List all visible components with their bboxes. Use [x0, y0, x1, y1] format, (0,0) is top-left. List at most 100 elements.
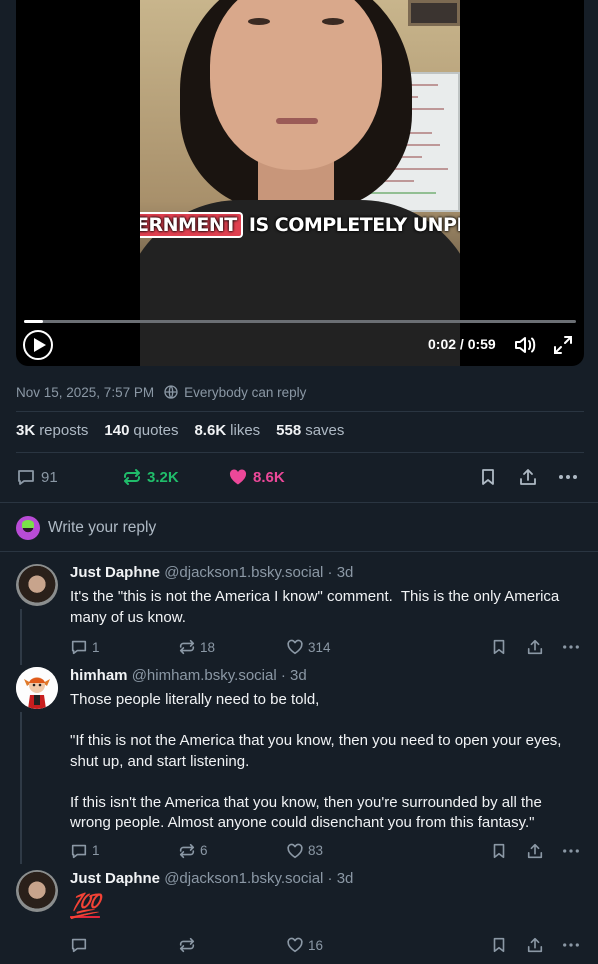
video-progress-fill [24, 320, 43, 323]
reply-button[interactable]: 91 [16, 462, 58, 492]
likes-label: likes [230, 422, 261, 439]
reply-icon [71, 640, 87, 655]
repost-icon [179, 639, 195, 655]
like-count: 8.6K [253, 468, 285, 486]
reply-count: 1 [92, 639, 100, 655]
bookmark-icon[interactable] [490, 842, 508, 860]
author-name[interactable]: Just Daphne [70, 870, 160, 887]
globe-icon [164, 385, 178, 399]
reply-composer-placeholder: Write your reply [48, 519, 157, 536]
author-name[interactable]: himham [70, 667, 128, 684]
saves-count: 558 [276, 422, 302, 439]
reply-text: It's the "this is not the America I know… [70, 588, 564, 626]
like-button[interactable]: 83 [286, 840, 323, 862]
author-handle[interactable]: @djackson1.bsky.social [164, 870, 323, 887]
saves-stat[interactable]: 558 saves [276, 422, 344, 439]
post-date: Nov 15, 2025, 7:57 PM [16, 384, 155, 400]
divider [16, 411, 584, 412]
bookmark-icon[interactable] [490, 638, 508, 656]
repost-count: 18 [200, 639, 216, 655]
like-count: 83 [308, 843, 324, 858]
quotes-count: 140 [104, 422, 130, 439]
video-player[interactable]: ERNMENT IS COMPLETELY UNPRECEDEN 0:02 / … [16, 0, 584, 366]
reply-header: Just Daphne @djackson1.bsky.social · 3d [70, 564, 584, 584]
author-handle[interactable]: @himham.bsky.social [132, 667, 277, 684]
fullscreen-icon[interactable] [552, 334, 574, 356]
heart-filled-icon [229, 469, 247, 485]
author-handle[interactable]: @djackson1.bsky.social [164, 564, 323, 581]
repost-icon [124, 469, 140, 485]
repost-count: 6 [200, 843, 208, 858]
video-caption: ERNMENT IS COMPLETELY UNPRECEDEN [140, 212, 460, 240]
like-button[interactable]: 16 [286, 934, 323, 956]
post-actions: 91 3.2K 8.6K [16, 462, 584, 492]
author-name[interactable]: Just Daphne [70, 564, 160, 581]
post-age: · 3d [280, 667, 307, 684]
avatar[interactable] [16, 667, 58, 709]
video-time: 0:02 / 0:59 [428, 336, 496, 352]
reposts-label: reposts [39, 422, 89, 439]
saves-label: saves [305, 422, 345, 439]
share-icon[interactable] [526, 936, 544, 954]
reply-count: 91 [41, 468, 58, 486]
reply-icon [18, 470, 34, 485]
like-button[interactable]: 8.6K [228, 462, 285, 492]
avatar[interactable] [16, 870, 58, 912]
more-options-icon[interactable] [558, 467, 578, 487]
repost-icon [179, 843, 195, 858]
more-options-icon[interactable] [562, 638, 580, 656]
reply-actions: 1 18 314 [70, 636, 584, 658]
reply-composer[interactable]: Write your reply [16, 514, 156, 542]
video-background-picture [408, 0, 460, 26]
repost-button[interactable]: 3.2K [122, 462, 179, 492]
more-options-icon[interactable] [562, 842, 580, 860]
share-icon[interactable] [526, 842, 544, 860]
divider [16, 452, 584, 453]
reply-actions: 1 6 83 [70, 840, 584, 862]
avatar[interactable] [16, 564, 58, 606]
reply-setting[interactable]: Everybody can reply [184, 385, 306, 400]
divider [0, 551, 598, 552]
post-meta: Nov 15, 2025, 7:57 PM Everybody can repl… [16, 382, 306, 402]
reply-button[interactable]: 1 [70, 840, 100, 862]
reply-text: Those people literally need to be told, … [70, 691, 562, 831]
share-icon[interactable] [518, 467, 538, 487]
reply-button[interactable] [70, 934, 92, 956]
quotes-label: quotes [133, 422, 179, 439]
avatar [16, 516, 40, 540]
quotes-stat[interactable]: 140 quotes [104, 422, 178, 439]
video-caption-text: IS COMPLETELY UNPRECEDEN [248, 214, 460, 236]
reposts-stat[interactable]: 3K reposts [16, 422, 88, 439]
reply-header: himham @himham.bsky.social · 3d [70, 667, 584, 687]
like-button[interactable]: 314 [286, 636, 331, 658]
play-icon[interactable] [23, 330, 53, 360]
divider [0, 502, 598, 503]
heart-icon [287, 937, 303, 953]
thread-line [20, 712, 22, 864]
hundred-points-emoji: 💯 [70, 892, 100, 920]
bookmark-icon[interactable] [478, 467, 498, 487]
repost-count: 3.2K [147, 468, 179, 486]
video-progress-bar[interactable] [24, 320, 576, 323]
volume-icon[interactable] [514, 334, 538, 356]
thread-line [20, 609, 22, 665]
reply-text: 💯 [70, 894, 584, 926]
repost-icon [179, 937, 195, 953]
likes-stat[interactable]: 8.6K likes [194, 422, 260, 439]
reply-count: 1 [92, 843, 100, 858]
video-caption-highlight: ERNMENT [140, 212, 243, 238]
repost-button[interactable] [178, 934, 200, 956]
bookmark-icon[interactable] [490, 936, 508, 954]
post-stats: 3K reposts 140 quotes 8.6K likes 558 saves [16, 422, 344, 439]
reply-icon [71, 938, 87, 953]
heart-icon [287, 843, 303, 858]
repost-button[interactable]: 18 [178, 636, 215, 658]
share-icon[interactable] [526, 638, 544, 656]
more-options-icon[interactable] [562, 936, 580, 954]
reply-button[interactable]: 1 [70, 636, 100, 658]
reply-header: Just Daphne @djackson1.bsky.social · 3d [70, 870, 584, 890]
reposts-count: 3K [16, 422, 36, 439]
heart-icon [287, 639, 303, 655]
reply-actions: 16 [70, 934, 584, 956]
repost-button[interactable]: 6 [178, 840, 208, 862]
